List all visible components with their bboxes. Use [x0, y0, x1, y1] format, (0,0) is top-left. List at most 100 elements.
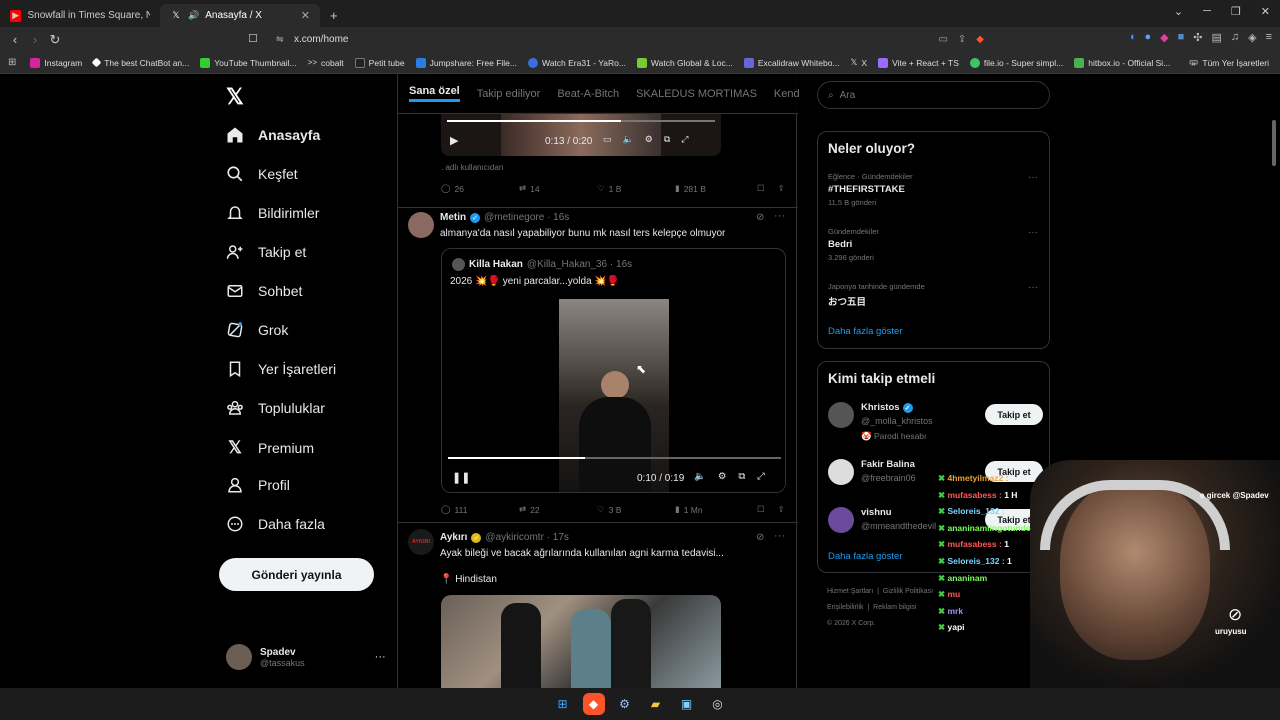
extension-icon[interactable]: ◖ — [1129, 31, 1136, 44]
close-icon[interactable]: ✕ — [301, 9, 310, 22]
grok-icon[interactable]: ⊘ — [756, 212, 764, 223]
site-info-icon[interactable]: ⇋ — [276, 34, 284, 45]
pause-icon[interactable]: ❚❚ — [452, 471, 470, 484]
bookmark-item[interactable]: file.io - Super simpl... — [969, 57, 1063, 68]
nav-follow[interactable]: Takip et — [226, 243, 306, 261]
nav-profile[interactable]: Profil — [226, 476, 290, 494]
volume-icon[interactable]: 🔈 — [694, 471, 706, 482]
avatar[interactable]: AYKIRI — [408, 529, 434, 555]
trend-item[interactable]: Eğlence · Gündemdekiler #THEFIRSTTAKE 11… — [828, 172, 1038, 207]
repost-button[interactable]: ⇄ 14 — [519, 183, 597, 194]
nav-notifications[interactable]: Bildirimler — [226, 204, 319, 222]
views-button[interactable]: ▮ 1 Mn — [675, 504, 757, 515]
settings-icon[interactable]: ⚙ — [718, 471, 727, 482]
play-icon[interactable]: ▶ — [450, 134, 458, 147]
photos-icon[interactable]: ▣ — [676, 693, 698, 715]
follow-show-more[interactable]: Daha fazla göster — [828, 551, 902, 562]
nav-explore[interactable]: Keşfet — [226, 165, 298, 183]
bookmark-item[interactable]: The best ChatBot an... — [91, 58, 189, 68]
forward-icon[interactable]: › — [25, 32, 45, 47]
extension-icon[interactable]: ◆ — [1160, 31, 1168, 44]
trend-item[interactable]: Gündemdekiler Bedri 3.296 gönderi ··· — [828, 227, 1038, 262]
volume-icon[interactable]: 🔈 — [623, 134, 634, 145]
bookmark-icon[interactable]: ☐ — [757, 504, 765, 515]
tab-youtube[interactable]: ▶ Snowfall in Times Square, NYC | Wal… — [0, 4, 160, 27]
bookmark-icon[interactable]: ☐ — [757, 183, 765, 194]
footer-link[interactable]: Reklam bilgisi — [873, 604, 916, 611]
app-icon[interactable]: ◎ — [707, 693, 729, 715]
post-button[interactable]: Gönderi yayınla — [219, 558, 374, 591]
brave-shield-icon[interactable]: ◆ — [976, 34, 984, 45]
tab-list-kend[interactable]: Kend — [774, 88, 800, 100]
bookmark-item[interactable]: 𝕏X — [851, 57, 868, 68]
sidebar-icon[interactable]: ▤ — [1211, 31, 1221, 44]
apps-grid-icon[interactable]: ⊞ — [8, 57, 16, 68]
brave-browser-icon[interactable]: ◆ — [582, 693, 605, 715]
tab-list-skaledus[interactable]: SKALEDUS MORTIMAS — [636, 88, 757, 100]
bookmark-page-icon[interactable]: ☐ — [248, 32, 258, 45]
minimize-icon[interactable]: ─ — [1203, 5, 1211, 18]
account-switcher[interactable]: Spadev @tassakus ··· — [226, 644, 386, 670]
nav-premium[interactable]: 𝕏 Premium — [226, 438, 314, 458]
share-icon[interactable]: ⇪ — [778, 504, 785, 515]
extension-icon[interactable]: ■ — [1178, 31, 1185, 44]
all-bookmarks[interactable]: ▭ Tüm Yer İşaretleri — [1189, 57, 1269, 68]
url-bar[interactable]: ⇋ x.com/home ▭ ⇪ ◆ — [270, 30, 990, 49]
nav-chat[interactable]: Sohbet — [226, 282, 302, 300]
nav-grok[interactable]: Grok — [226, 321, 288, 339]
page-scrollbar[interactable] — [1272, 120, 1276, 166]
trends-show-more[interactable]: Daha fazla göster — [828, 326, 902, 337]
tab-following[interactable]: Takip ediliyor — [477, 88, 541, 100]
puzzle-icon[interactable]: ✣ — [1193, 31, 1202, 44]
fullscreen-icon[interactable]: ⤢ — [681, 134, 688, 145]
nav-communities[interactable]: Topluluklar — [226, 399, 325, 417]
back-icon[interactable]: ‹ — [5, 32, 25, 47]
bookmark-item[interactable]: hitbox.io - Official Si... — [1074, 57, 1170, 68]
like-button[interactable]: ♡ 3 B — [597, 504, 675, 515]
reload-icon[interactable]: ↻ — [45, 32, 65, 48]
nav-home[interactable]: Anasayfa — [226, 126, 320, 144]
like-button[interactable]: ♡ 1 B — [597, 183, 675, 194]
pip-icon[interactable]: ⧉ — [664, 134, 670, 145]
pip-icon[interactable]: ⧉ — [738, 471, 745, 482]
tweet-image[interactable] — [441, 595, 721, 688]
grok-icon[interactable]: ⊘ — [756, 532, 764, 543]
extension-icon[interactable]: ● — [1144, 31, 1151, 44]
more-icon[interactable]: ··· — [774, 530, 785, 542]
tab-search-icon[interactable]: ⌄ — [1174, 5, 1183, 18]
nav-more[interactable]: Daha fazla — [226, 515, 325, 533]
views-button[interactable]: ▮ 281 B — [675, 183, 757, 194]
nav-bookmarks[interactable]: Yer İşaretleri — [226, 360, 336, 378]
bookmark-item[interactable]: Excalidraw Whitebo... — [743, 57, 840, 68]
captions-icon[interactable]: ▭ — [603, 134, 612, 145]
menu-icon[interactable]: ≡ — [1266, 31, 1272, 44]
reply-button[interactable]: ◯ 26 — [441, 183, 519, 194]
footer-link[interactable]: Gizlilik Politikası — [883, 588, 933, 595]
restore-icon[interactable]: ❐ — [1231, 5, 1241, 18]
video-player[interactable]: ▶ 0:13 / 0:20 ▭ 🔈 ⚙ ⧉ ⤢ — [441, 112, 721, 156]
bookmark-item[interactable]: Vite + React + TS — [878, 57, 959, 68]
window-close-icon[interactable]: ✕ — [1261, 5, 1270, 18]
repost-button[interactable]: ⇄ 22 — [519, 504, 597, 515]
x-logo-icon[interactable]: 𝕏 — [226, 84, 244, 110]
quoted-tweet[interactable]: Killa Hakan @Killa_Hakan_36 · 16s 2026 💥… — [441, 248, 786, 493]
fullscreen-icon[interactable]: ⤢ — [757, 471, 765, 482]
more-icon[interactable]: ··· — [1028, 227, 1038, 238]
tab-for-you[interactable]: Sana özel — [409, 85, 460, 102]
bookmark-item[interactable]: >> cobalt — [308, 58, 344, 68]
more-icon[interactable]: ··· — [774, 210, 785, 222]
windows-start-icon[interactable]: ⊞ — [552, 693, 574, 715]
bookmark-item[interactable]: Instagram — [30, 57, 82, 68]
bookmark-item[interactable]: Petit tube — [354, 57, 405, 68]
settings-icon[interactable]: ⚙ — [645, 134, 653, 145]
share-icon[interactable]: ⇪ — [778, 183, 785, 194]
tweet[interactable]: Metin ✓ @metinegore · 16s ⊘ ··· almanya'… — [398, 208, 798, 523]
search-input[interactable]: ⌕ Ara — [817, 81, 1050, 109]
follow-suggestion[interactable]: Khristos ✓ @_molla_khristos 🤡 Parodi hesa… — [828, 402, 1043, 442]
follow-button[interactable]: Takip et — [985, 404, 1043, 425]
account-more-icon[interactable]: ··· — [375, 651, 386, 663]
video-player[interactable]: ❚❚ 0:10 / 0:19 🔈 ⚙ ⧉ ⤢ — [442, 299, 785, 492]
trend-item[interactable]: Japonya tarihinde gündemde おつ五目 ··· — [828, 282, 1038, 308]
bookmark-item[interactable]: Watch Era31 - YaRo... — [527, 57, 626, 68]
more-icon[interactable]: ··· — [1028, 282, 1038, 293]
